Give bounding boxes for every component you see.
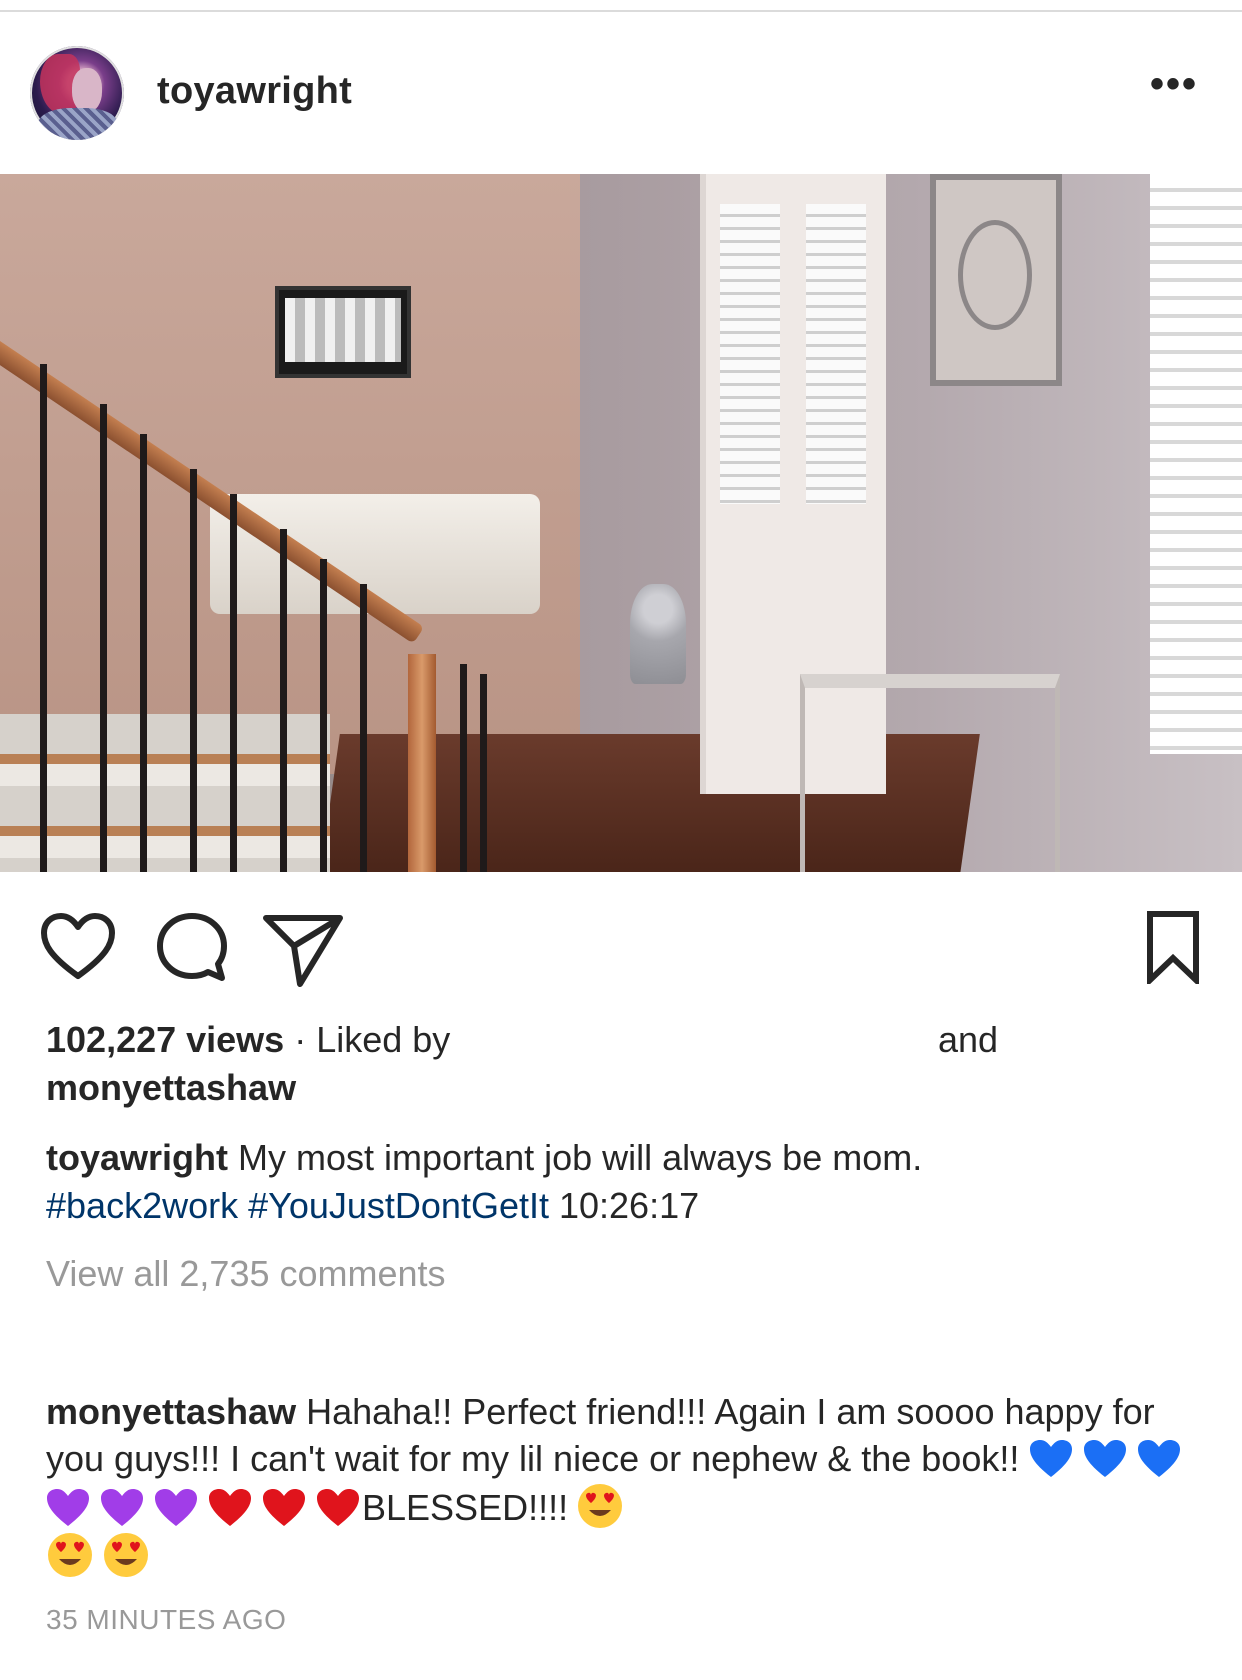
purple-heart-icon — [155, 1489, 197, 1526]
post-username[interactable]: toyawright — [157, 70, 352, 113]
caption-username[interactable]: toyawright — [46, 1137, 228, 1178]
post-caption: toyawright My most important job will al… — [46, 1134, 1216, 1230]
heart-eyes-emoji-icon — [578, 1484, 623, 1528]
hashtag-back2work[interactable]: #back2work — [46, 1185, 238, 1226]
liked-by-user[interactable]: monyettashaw — [46, 1067, 296, 1108]
purple-heart-icon — [101, 1489, 143, 1526]
heart-eyes-emoji-icon — [104, 1533, 148, 1577]
paper-plane-icon[interactable] — [262, 912, 344, 988]
red-heart-icon — [263, 1489, 305, 1526]
purple-heart-icon — [47, 1489, 89, 1526]
profile-avatar[interactable] — [30, 46, 124, 140]
heart-outline-icon[interactable] — [40, 912, 116, 982]
post-video-frame[interactable] — [0, 174, 1242, 872]
red-heart-icon — [209, 1489, 251, 1526]
liked-by-and: and — [938, 1019, 999, 1060]
comment-username[interactable]: monyettashaw — [46, 1391, 296, 1432]
hashtag-youjustdontgetit[interactable]: #YouJustDontGetIt — [248, 1185, 549, 1226]
heart-eyes-emoji-icon — [48, 1533, 92, 1577]
post-header: toyawright ••• — [0, 14, 1242, 172]
top-divider — [0, 0, 1242, 12]
blue-heart-icon — [1138, 1440, 1181, 1477]
speech-bubble-icon[interactable] — [154, 910, 230, 986]
blue-heart-icon — [1030, 1440, 1073, 1477]
caption-text: My most important job will always be mom… — [228, 1137, 923, 1178]
caption-time: 10:26:17 — [548, 1185, 700, 1226]
comment-timestamp: 35 MINUTES AGO — [46, 1604, 287, 1635]
views-count: 102,227 views — [46, 1019, 285, 1060]
bookmark-icon[interactable] — [1144, 910, 1202, 984]
comment-blessed-text: BLESSED!!!! — [362, 1487, 569, 1528]
liked-by-label: · Liked by — [284, 1019, 451, 1060]
action-bar — [0, 900, 1242, 990]
blue-heart-icon — [1084, 1440, 1127, 1477]
red-heart-icon — [317, 1489, 359, 1526]
more-options-icon[interactable]: ••• — [1150, 64, 1198, 104]
view-all-comments-link[interactable]: View all 2,735 comments — [46, 1250, 446, 1298]
likes-summary: 102,227 views · Liked by monyettashaw — [46, 1016, 1206, 1112]
comment-item: monyettashaw Hahaha!! Perfect friend!!! … — [46, 1388, 1216, 1580]
